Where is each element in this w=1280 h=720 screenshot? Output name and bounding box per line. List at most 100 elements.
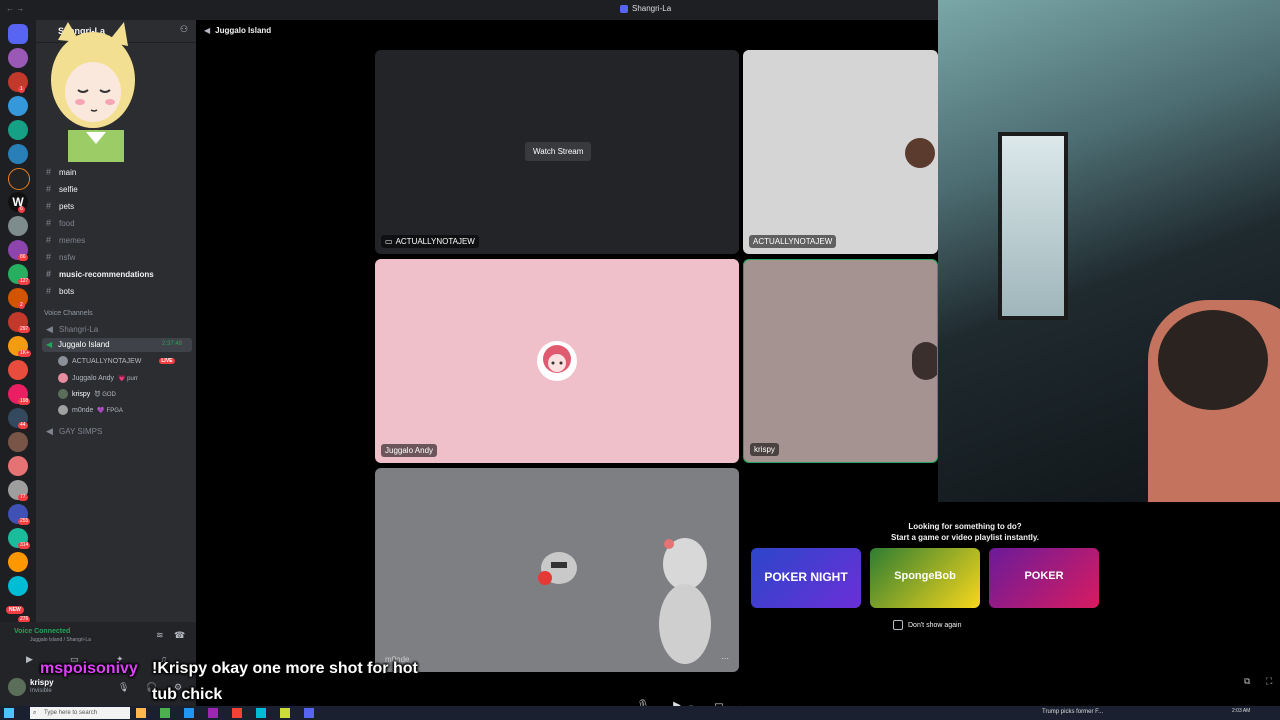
add-member-icon[interactable]: ⚇ — [180, 24, 188, 35]
voice-location[interactable]: Juggalo Island / Shangri-La — [30, 637, 91, 643]
channel-nsfw[interactable]: # nsfw — [46, 252, 75, 262]
anime-girl-sticker — [38, 20, 138, 162]
voice-channel-shangri-la[interactable]: ◀ Shangri-La — [46, 324, 98, 335]
hash-icon: # — [46, 201, 52, 211]
discord-home-icon[interactable] — [8, 24, 28, 44]
channel-bots[interactable]: # bots — [46, 286, 74, 296]
hash-icon: # — [46, 252, 52, 262]
channel-pets[interactable]: # pets — [46, 201, 74, 211]
server-icon[interactable] — [8, 456, 28, 476]
microphone-icon[interactable]: 🎙 — [118, 682, 129, 693]
watch-stream-button[interactable]: Watch Stream — [525, 142, 592, 161]
count-badge: 198 — [18, 398, 31, 405]
back-arrow-icon[interactable]: ← → — [6, 4, 24, 13]
server-icon[interactable] — [8, 48, 28, 68]
channel-selfie[interactable]: # selfie — [46, 184, 78, 194]
taskbar: ⌕ Type here to search Trump picks former… — [0, 706, 1280, 720]
taskbar-search-input[interactable]: ⌕ Type here to search — [30, 707, 130, 719]
app-icon[interactable] — [184, 708, 194, 718]
news-widget[interactable]: Trump picks former F... — [1042, 709, 1103, 715]
screen-share-icon: ▭ — [385, 237, 393, 246]
server-icon[interactable] — [8, 216, 28, 236]
tile-label: ACTUALLYNOTAJEW — [749, 235, 837, 248]
speaker-icon: ◀ — [204, 26, 211, 35]
count-badge: 2 — [18, 302, 25, 309]
hash-icon: # — [46, 184, 52, 194]
video-tile-user[interactable]: m0nde ⋯ — [375, 468, 739, 672]
activity-subprompt: Start a game or video playlist instantly… — [891, 533, 1039, 542]
activity-card-poker-night[interactable]: POKER NIGHT — [751, 548, 861, 608]
voice-user[interactable]: krispy 😈 GOD — [58, 389, 116, 399]
activity-panel: Looking for something to do? Start a gam… — [740, 502, 1280, 706]
hash-icon: # — [46, 269, 52, 279]
disconnect-icon[interactable]: ☎ — [174, 630, 185, 641]
more-options-icon[interactable]: ⋯ — [721, 654, 729, 663]
voice-user[interactable]: ACTUALLYNOTAJEW LIVE — [58, 356, 175, 366]
windows-start-icon[interactable] — [4, 708, 14, 718]
count-badge: 44 — [18, 422, 28, 429]
server-icon[interactable] — [8, 120, 28, 140]
activity-card-spongebob[interactable]: SpongeBob — [870, 548, 980, 608]
checkbox-box[interactable] — [893, 620, 903, 630]
channel-music-recommendations[interactable]: # music-recommendations — [46, 269, 154, 279]
video-tile-camera[interactable]: ACTUALLYNOTAJEW — [743, 50, 938, 254]
video-tile-stream[interactable]: Watch Stream ▭ ACTUALLYNOTAJEW — [375, 50, 739, 254]
fullscreen-icon[interactable]: ⛶ — [1266, 676, 1272, 687]
channel-memes[interactable]: # memes — [46, 235, 85, 245]
channel-sidebar: Shangri-La ⚇ # main # selfie # pets # food #… — [36, 20, 196, 706]
voice-user[interactable]: Juggalo Andy 💗 purr — [58, 373, 138, 383]
voice-user[interactable]: m0nde 💜 FPGA — [58, 405, 123, 415]
avatar[interactable] — [8, 678, 26, 696]
camera-icon[interactable]: ▶ — [26, 654, 33, 665]
app-icon[interactable] — [256, 708, 266, 718]
server-icon[interactable] — [8, 96, 28, 116]
new-badge: NEW — [6, 606, 24, 614]
server-icon[interactable] — [8, 432, 28, 452]
username: krispy — [30, 678, 54, 687]
count-badge: 297 — [18, 326, 31, 333]
app-icon[interactable] — [208, 708, 218, 718]
noise-suppression-icon[interactable]: ≋ — [156, 630, 164, 641]
voice-connected-status[interactable]: Voice Connected — [14, 628, 70, 635]
avatar — [58, 356, 68, 366]
discord-app-icon[interactable] — [304, 708, 314, 718]
clock[interactable]: 2:03 AM — [1232, 708, 1250, 714]
app-icon[interactable] — [136, 708, 146, 718]
count-badge: 255 — [18, 518, 31, 525]
avatar — [58, 405, 68, 415]
chat-caption-text-line2: tub chick — [152, 686, 223, 703]
video-tile-user[interactable]: krispy — [743, 259, 938, 463]
voice-channel-gay-simps[interactable]: ◀ GAY SIMPS — [46, 426, 102, 437]
channel-main[interactable]: # main — [46, 167, 76, 177]
chat-caption-text: !Krispy okay one more shot for hot — [152, 660, 418, 677]
person-head — [1158, 310, 1268, 410]
activity-prompt: Looking for something to do? — [908, 522, 1022, 531]
creature-figure — [655, 524, 715, 664]
avatar — [535, 548, 579, 588]
hash-icon: # — [46, 235, 52, 245]
avatar — [537, 341, 577, 381]
app-icon[interactable] — [160, 708, 170, 718]
channel-food[interactable]: # food — [46, 218, 75, 228]
server-icon[interactable] — [8, 360, 28, 380]
server-icon[interactable] — [8, 552, 28, 572]
count-badge: 77 — [18, 494, 28, 501]
server-icon[interactable] — [8, 576, 28, 596]
speaker-icon: ◀ — [46, 340, 53, 349]
voice-channels-header[interactable]: Voice Channels — [44, 310, 93, 317]
server-icon[interactable] — [8, 168, 30, 190]
speaker-icon: ◀ — [46, 324, 53, 334]
video-tile-user[interactable]: Juggalo Andy — [375, 259, 739, 463]
avatar — [912, 342, 937, 380]
voice-channel-juggalo-island[interactable]: ◀ Juggalo Island 2:37:48 — [42, 338, 192, 352]
dont-show-again-checkbox[interactable]: Don't show again — [893, 620, 961, 630]
count-badge: 314 — [18, 542, 31, 549]
count-badge: 1 — [18, 86, 25, 93]
voice-timer: 2:37:48 — [162, 341, 183, 347]
app-icon[interactable] — [280, 708, 290, 718]
activity-card-poker[interactable]: POKER — [989, 548, 1099, 608]
server-icon[interactable] — [8, 144, 28, 164]
popout-icon[interactable]: ⧉ — [1244, 676, 1250, 687]
app-icon[interactable] — [232, 708, 242, 718]
tile-label: ▭ ACTUALLYNOTAJEW — [381, 235, 479, 248]
